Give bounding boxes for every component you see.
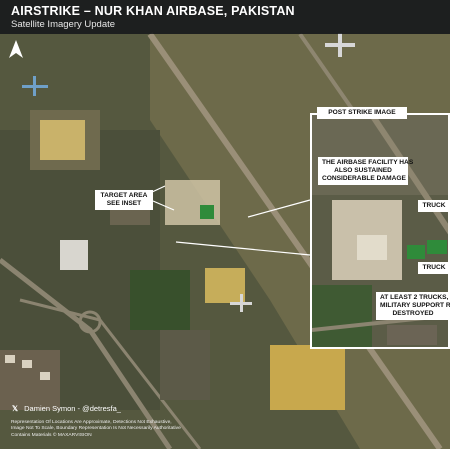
author-credit: 𝕏 Damien Symon - @detresfa_ — [12, 404, 121, 413]
page-title: AIRSTRIKE – NUR KHAN AIRBASE, PAKISTAN — [11, 4, 295, 18]
trucks-destroyed-line-1: AT LEAST 2 TRUCKS, LIK — [380, 294, 450, 301]
author-handle: Damien Symon - @detresfa_ — [24, 404, 121, 413]
disclaimer-text: Representation Of Locations Are Approxim… — [11, 420, 311, 439]
airbase-damage-label: THE AIRBASE FACILITY HAS ALSO SUSTAINED … — [318, 157, 414, 185]
airbase-damage-line-3: CONSIDERABLE DAMAGE — [322, 175, 406, 182]
truck-label-1: TRUCK — [418, 200, 450, 212]
truck-label-2: TRUCK — [418, 262, 450, 274]
trucks-destroyed-label: AT LEAST 2 TRUCKS, LIK MILITARY SUPPORT … — [376, 292, 450, 320]
target-area-line-2: SEE INSET — [106, 200, 142, 207]
header-bar: AIRSTRIKE – NUR KHAN AIRBASE, PAKISTAN S… — [0, 0, 450, 34]
north-arrow-icon — [9, 40, 23, 63]
x-logo-icon: 𝕏 — [12, 404, 19, 413]
satellite-image-stage: AIRSTRIKE – NUR KHAN AIRBASE, PAKISTAN S… — [0, 0, 450, 449]
airbase-damage-line-2: ALSO SUSTAINED — [334, 167, 392, 174]
trucks-destroyed-line-3: DESTROYED — [392, 310, 434, 317]
target-area-label: TARGET AREA SEE INSET — [95, 190, 153, 210]
airbase-damage-line-1: THE AIRBASE FACILITY HAS — [322, 159, 414, 166]
disclaimer-line-3: Contains Materials © MAXARVISION — [11, 432, 92, 438]
page-subtitle: Satellite Imagery Update — [11, 19, 116, 30]
target-area-line-1: TARGET AREA — [100, 192, 148, 199]
trucks-destroyed-line-2: MILITARY SUPPORT RELA — [380, 302, 450, 309]
post-strike-label: POST STRIKE IMAGE — [317, 107, 407, 119]
